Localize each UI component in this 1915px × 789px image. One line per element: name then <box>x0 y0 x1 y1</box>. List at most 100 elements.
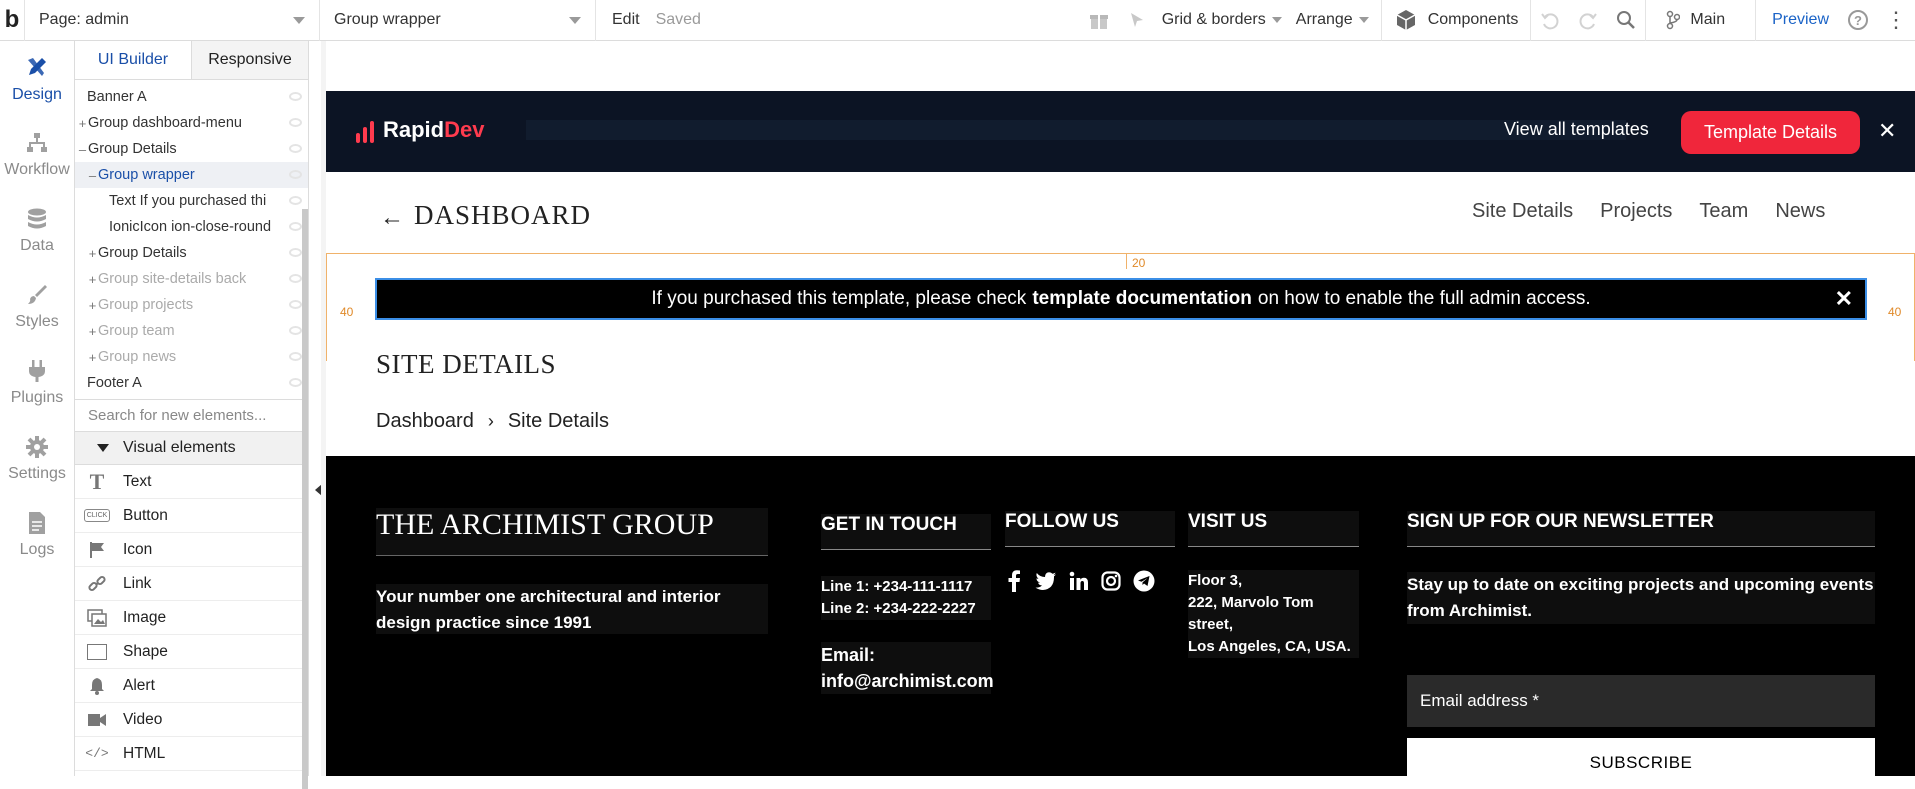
expand-icon[interactable]: + <box>87 350 98 365</box>
tree-item[interactable]: Footer A <box>75 370 308 396</box>
help-icon[interactable]: ? <box>1839 0 1877 41</box>
preview-link[interactable]: Preview <box>1756 0 1839 41</box>
eye-icon[interactable] <box>289 170 302 179</box>
expand-icon[interactable]: + <box>87 324 98 339</box>
element-selector[interactable]: Group wrapper <box>320 0 596 41</box>
address-line: Floor 3, <box>1188 572 1243 589</box>
expand-icon[interactable]: + <box>87 272 98 287</box>
group-dashboard-menu[interactable]: ← DASHBOARD Site Details Projects Team N… <box>326 172 1915 295</box>
element-image[interactable]: Image <box>75 601 304 635</box>
instagram-icon[interactable] <box>1101 571 1121 591</box>
address-line: 222, Marvolo Tom <box>1188 594 1314 611</box>
visual-elements-header[interactable]: Visual elements <box>75 432 308 465</box>
banner-a[interactable]: Rapid Dev View all templates Template Det… <box>326 91 1915 172</box>
facebook-icon[interactable] <box>1005 570 1023 592</box>
eye-icon[interactable] <box>289 352 302 361</box>
pointer-icon[interactable] <box>1118 0 1156 41</box>
rail-item-workflow[interactable]: Workflow <box>0 117 74 193</box>
tree-item[interactable]: + Group Details <box>75 240 308 266</box>
template-details-button[interactable]: Template Details <box>1681 111 1860 154</box>
group-wrapper-notice[interactable]: If you purchased this template, please c… <box>375 278 1867 320</box>
toolbar-more-icon[interactable]: ⋮ <box>1877 0 1915 41</box>
tree-item-label: Group Details <box>98 245 187 261</box>
element-link[interactable]: Link <box>75 567 304 601</box>
nav-site-details[interactable]: Site Details <box>1472 200 1573 223</box>
element-search-input[interactable]: Search for new elements... <box>75 399 308 432</box>
nav-projects[interactable]: Projects <box>1600 200 1672 223</box>
telegram-icon[interactable] <box>1133 570 1155 592</box>
element-html[interactable]: </> HTML <box>75 737 304 771</box>
breadcrumb-dashboard[interactable]: Dashboard <box>376 410 474 433</box>
view-all-templates-link[interactable]: View all templates <box>1504 119 1649 140</box>
expand-icon[interactable]: + <box>77 116 88 131</box>
gift-icon[interactable] <box>1080 0 1118 41</box>
tab-ui-builder[interactable]: UI Builder <box>75 41 192 79</box>
nav-news[interactable]: News <box>1775 200 1825 223</box>
element-button[interactable]: CLICK Button <box>75 499 304 533</box>
eye-icon[interactable] <box>289 300 302 309</box>
tree-item[interactable]: + Group site-details back <box>75 266 308 292</box>
cube-icon <box>1396 10 1416 30</box>
tree-item[interactable]: – Group Details <box>75 136 308 162</box>
rail-item-plugins[interactable]: Plugins <box>0 345 74 421</box>
rail-item-styles[interactable]: Styles <box>0 269 74 345</box>
eye-icon[interactable] <box>289 118 302 127</box>
eye-icon[interactable] <box>289 274 302 283</box>
tree-item-label: Group news <box>98 349 177 365</box>
back-arrow-icon[interactable]: ← <box>380 204 404 232</box>
tree-item[interactable]: + Group dashboard-menu <box>75 110 308 136</box>
tree-item-selected[interactable]: – Group wrapper <box>75 162 308 188</box>
footer-a[interactable]: THE ARCHIMIST GROUP Your number one arch… <box>326 456 1915 788</box>
newsletter-email-input[interactable]: Email address * <box>1407 675 1875 727</box>
element-alert[interactable]: Alert <box>75 669 304 703</box>
expand-icon[interactable]: + <box>87 246 98 261</box>
banner-strip <box>526 120 1626 140</box>
element-shape[interactable]: Shape <box>75 635 304 669</box>
bubble-logo[interactable]: b <box>0 0 24 41</box>
rail-item-settings[interactable]: Settings <box>0 421 74 497</box>
grid-borders-menu[interactable]: Grid & borders <box>1156 0 1294 41</box>
branch-selector[interactable]: Main <box>1646 0 1755 41</box>
eye-icon[interactable] <box>289 326 302 335</box>
rail-item-data[interactable]: Data <box>0 193 74 269</box>
edit-menu[interactable]: Edit <box>596 0 652 41</box>
components-button[interactable]: Components <box>1382 0 1531 41</box>
button-icon-text: CLICK <box>83 509 111 522</box>
eye-icon[interactable] <box>289 92 302 101</box>
page-selector[interactable]: Page: admin <box>24 0 320 41</box>
search-icon[interactable] <box>1607 0 1645 41</box>
tree-item[interactable]: Banner A <box>75 84 308 110</box>
panel-scrollbar[interactable] <box>302 209 308 789</box>
twitter-icon[interactable] <box>1035 571 1057 591</box>
undo-icon[interactable] <box>1531 0 1569 41</box>
collapse-icon[interactable]: – <box>87 168 98 183</box>
element-text[interactable]: T Text <box>75 465 304 499</box>
close-icon[interactable]: ✕ <box>1878 118 1896 144</box>
element-video[interactable]: Video <box>75 703 304 737</box>
nav-team[interactable]: Team <box>1699 200 1748 223</box>
rail-item-design[interactable]: Design <box>0 41 74 117</box>
close-icon[interactable]: ✕ <box>1835 286 1853 312</box>
subscribe-button[interactable]: SUBSCRIBE <box>1407 738 1875 788</box>
tree-item[interactable]: + Group team <box>75 318 308 344</box>
rail-item-label: Logs <box>19 541 55 558</box>
redo-icon[interactable] <box>1569 0 1607 41</box>
element-icon[interactable]: Icon <box>75 533 304 567</box>
rail-item-label: Styles <box>15 313 59 330</box>
eye-icon[interactable] <box>289 144 302 153</box>
tree-item[interactable]: + Group news <box>75 344 308 370</box>
tree-item[interactable]: Text If you purchased thi <box>75 188 308 214</box>
linkedin-icon[interactable] <box>1069 571 1089 591</box>
eye-icon[interactable] <box>289 248 302 257</box>
tree-item[interactable]: + Group projects <box>75 292 308 318</box>
arrange-menu[interactable]: Arrange <box>1294 0 1381 41</box>
email-value[interactable]: info@archimist.com <box>821 668 994 694</box>
eye-icon[interactable] <box>289 378 302 387</box>
tab-responsive[interactable]: Responsive <box>192 41 308 79</box>
tree-item[interactable]: IonicIcon ion-close-round <box>75 214 308 240</box>
collapse-icon[interactable]: – <box>77 142 88 157</box>
rail-item-logs[interactable]: Logs <box>0 497 74 573</box>
expand-icon[interactable]: + <box>87 298 98 313</box>
eye-icon[interactable] <box>289 222 302 231</box>
eye-icon[interactable] <box>289 196 302 205</box>
